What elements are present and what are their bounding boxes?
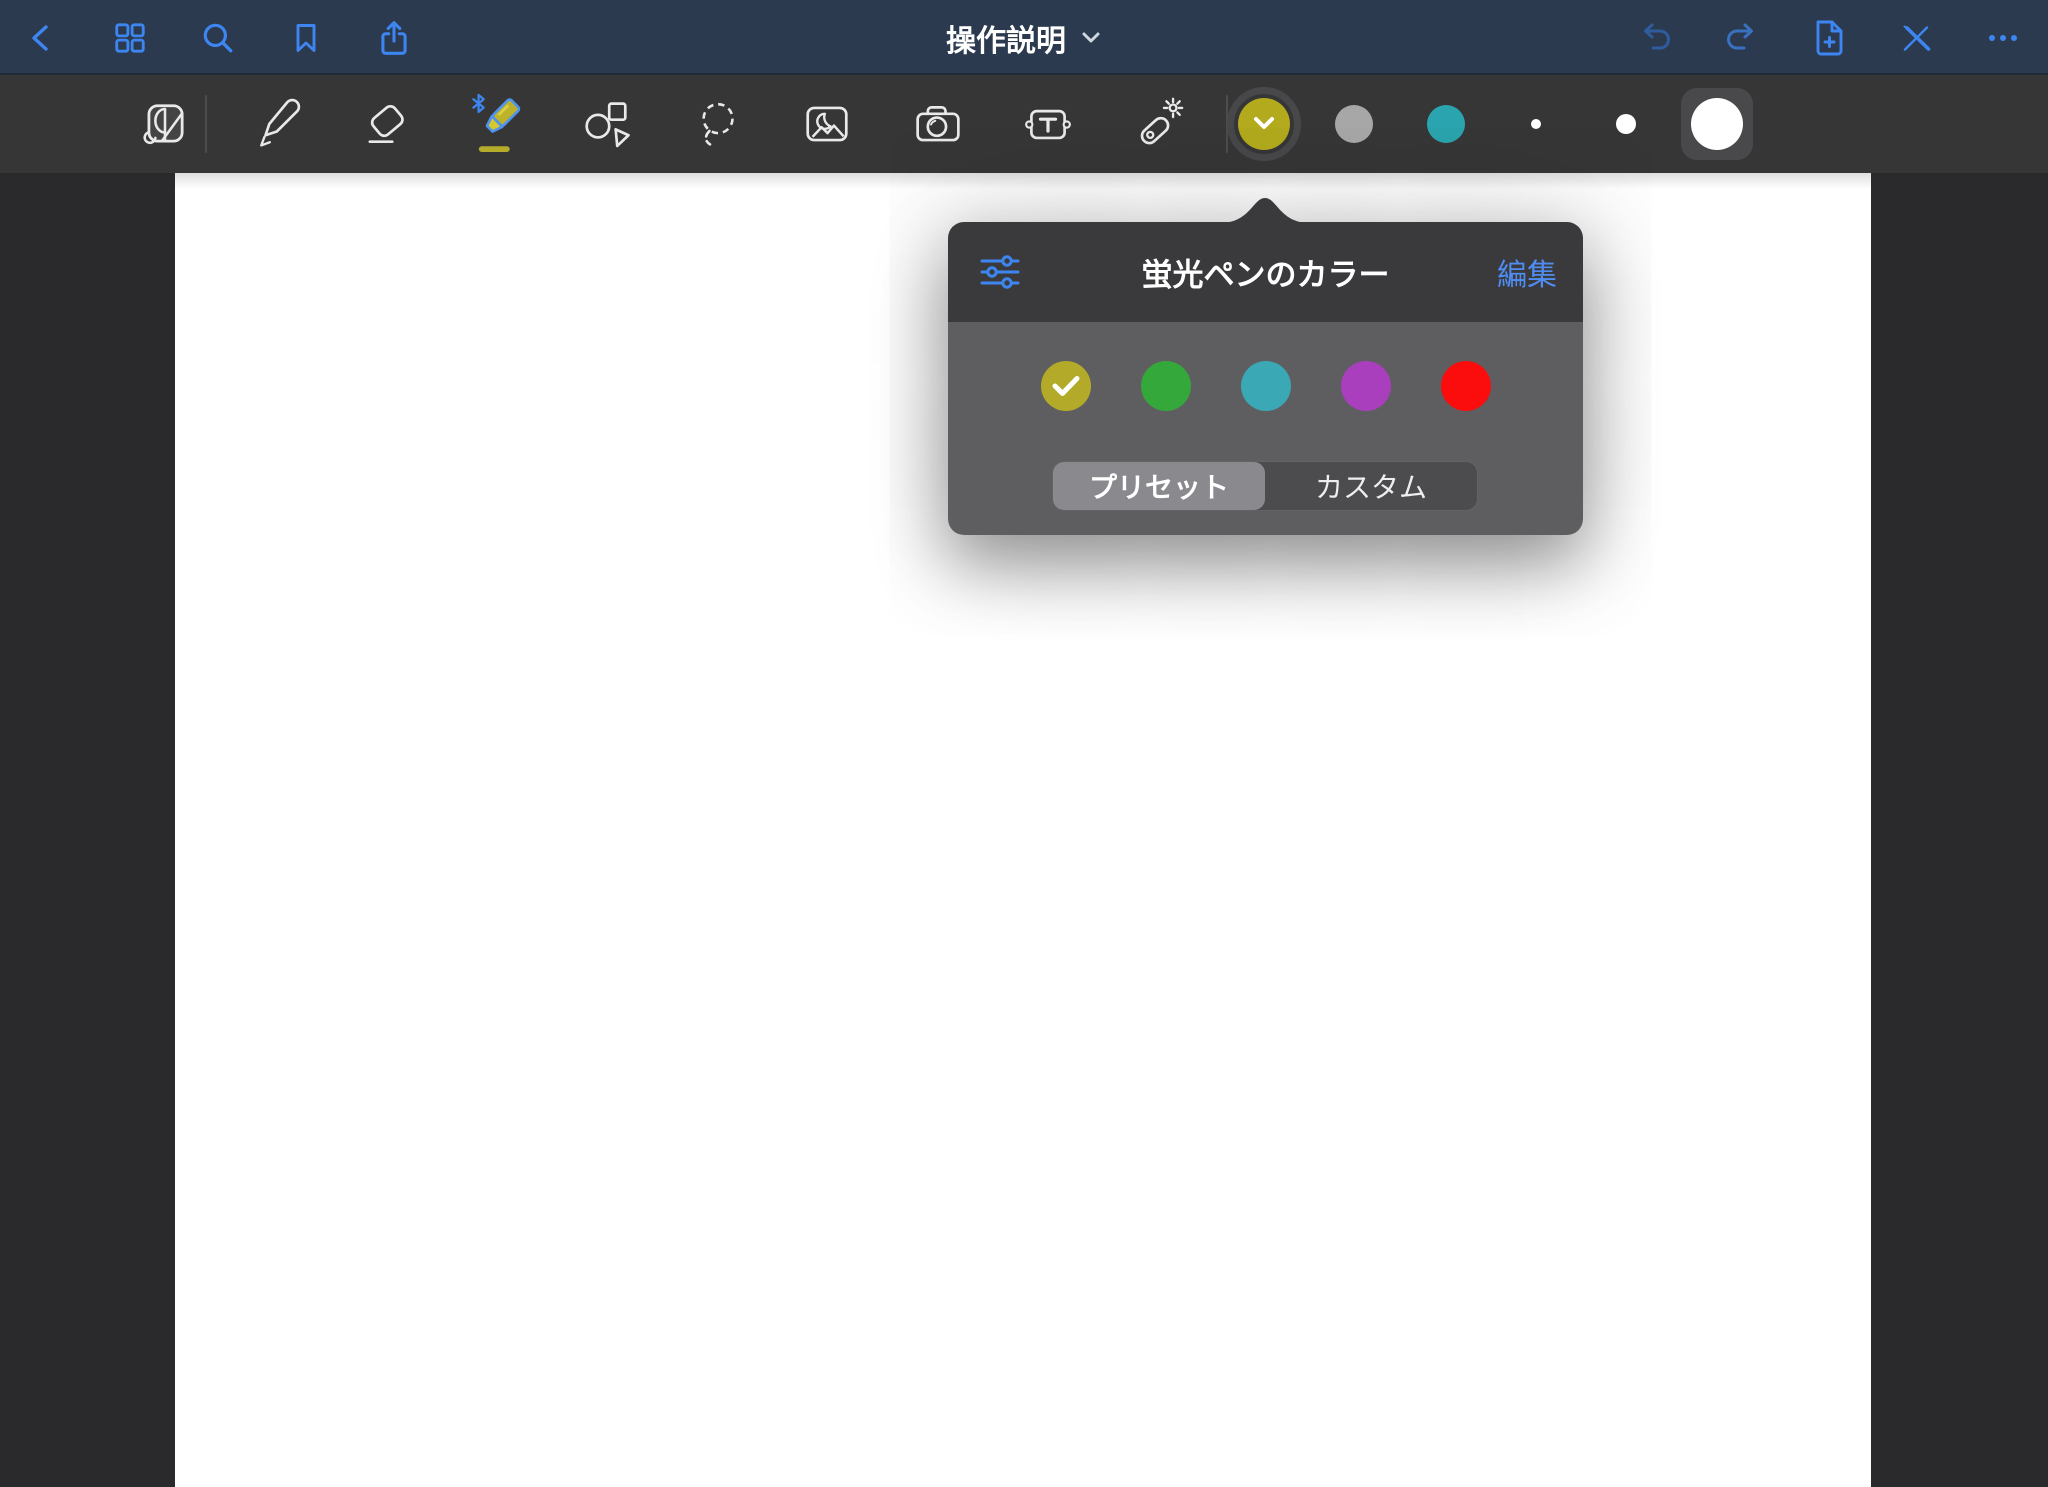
tab-preset[interactable]: プリセット xyxy=(1053,462,1265,510)
popover-arrow xyxy=(1220,193,1310,223)
laser-pointer-tool-button[interactable] xyxy=(1125,92,1189,156)
pen-off-button[interactable] xyxy=(1892,14,1940,62)
bluetooth-icon xyxy=(473,95,483,112)
text-tool-button[interactable] xyxy=(1016,92,1080,156)
search-icon xyxy=(200,20,236,56)
more-button[interactable] xyxy=(1979,14,2027,62)
share-icon xyxy=(376,19,412,57)
stroke-size-large-circle xyxy=(1691,98,1743,150)
popover-header: 蛍光ペンのカラー 編集 xyxy=(948,222,1583,322)
shapes-tool-button[interactable] xyxy=(574,92,638,156)
shapes-icon xyxy=(576,94,636,154)
pen-tool-button[interactable] xyxy=(248,92,312,156)
tab-custom[interactable]: カスタム xyxy=(1265,462,1477,510)
preset-swatch-teal[interactable] xyxy=(1241,361,1291,411)
pen-settings-button[interactable] xyxy=(978,253,1022,291)
goodnotes-app: 操作説明 xyxy=(0,0,2048,1487)
selected-color-circle xyxy=(1238,98,1290,150)
page-mode-button[interactable] xyxy=(133,92,197,156)
undo-button[interactable] xyxy=(1631,14,1679,62)
top-navigation-bar: 操作説明 xyxy=(0,0,2048,75)
tool-bar xyxy=(0,75,2048,173)
preset-swatch-row xyxy=(948,361,1583,411)
popover-title: 蛍光ペンのカラー xyxy=(1142,250,1390,295)
image-icon xyxy=(797,94,857,154)
page-mode-icon xyxy=(135,94,195,154)
lasso-icon xyxy=(687,94,747,154)
add-page-button[interactable] xyxy=(1805,14,1853,62)
preset-custom-segmented-control: プリセット カスタム xyxy=(1052,461,1478,511)
toolbar-shadow xyxy=(175,173,1871,189)
checkmark-icon xyxy=(1051,374,1081,398)
highlighter-icon xyxy=(464,92,528,156)
text-icon xyxy=(1018,94,1078,154)
chevron-down-icon xyxy=(1249,114,1279,134)
redo-button[interactable] xyxy=(1718,14,1766,62)
back-icon xyxy=(25,21,59,55)
image-tool-button[interactable] xyxy=(795,92,859,156)
color-swatch-yellow-selected[interactable] xyxy=(1227,87,1301,161)
more-icon xyxy=(1985,21,2021,55)
lasso-tool-button[interactable] xyxy=(685,92,749,156)
thumbnails-button[interactable] xyxy=(106,14,154,62)
stroke-size-small[interactable] xyxy=(1531,119,1541,129)
color-swatch-gray[interactable] xyxy=(1335,105,1373,143)
title-chevron-down-icon xyxy=(1080,30,1102,46)
highlighter-tool-button[interactable] xyxy=(464,92,528,156)
pen-off-icon xyxy=(1898,20,1934,56)
edit-colors-button[interactable]: 編集 xyxy=(1497,250,1557,294)
search-button[interactable] xyxy=(194,14,242,62)
bookmark-button[interactable] xyxy=(282,14,330,62)
eraser-icon xyxy=(358,94,418,154)
camera-tool-button[interactable] xyxy=(906,92,970,156)
navbar-right-group xyxy=(1631,0,2027,75)
share-button[interactable] xyxy=(370,14,418,62)
sliders-icon xyxy=(978,253,1022,291)
eraser-tool-button[interactable] xyxy=(356,92,420,156)
color-swatch-teal[interactable] xyxy=(1427,105,1465,143)
pen-icon xyxy=(250,94,310,154)
redo-icon xyxy=(1723,21,1761,55)
page-title: 操作説明 xyxy=(946,16,1066,60)
back-button[interactable] xyxy=(18,14,66,62)
laser-pointer-icon xyxy=(1127,94,1187,154)
stroke-size-large-selected[interactable] xyxy=(1681,88,1753,160)
preset-swatch-red[interactable] xyxy=(1441,361,1491,411)
toolbar-divider xyxy=(205,95,207,153)
bookmark-icon xyxy=(289,20,323,56)
highlighter-color-popover: 蛍光ペンのカラー 編集 プリセット カスタム xyxy=(948,222,1583,535)
stroke-size-medium[interactable] xyxy=(1616,114,1636,134)
preset-swatch-purple[interactable] xyxy=(1341,361,1391,411)
thumbnails-grid-icon xyxy=(112,20,148,56)
preset-swatch-yellow-selected[interactable] xyxy=(1041,361,1091,411)
navbar-left-group xyxy=(18,0,418,75)
undo-icon xyxy=(1636,21,1674,55)
document-title[interactable]: 操作説明 xyxy=(946,0,1102,75)
add-page-icon xyxy=(1811,18,1847,58)
popover-body: プリセット カスタム xyxy=(948,322,1583,535)
preset-swatch-green[interactable] xyxy=(1141,361,1191,411)
camera-icon xyxy=(908,94,968,154)
